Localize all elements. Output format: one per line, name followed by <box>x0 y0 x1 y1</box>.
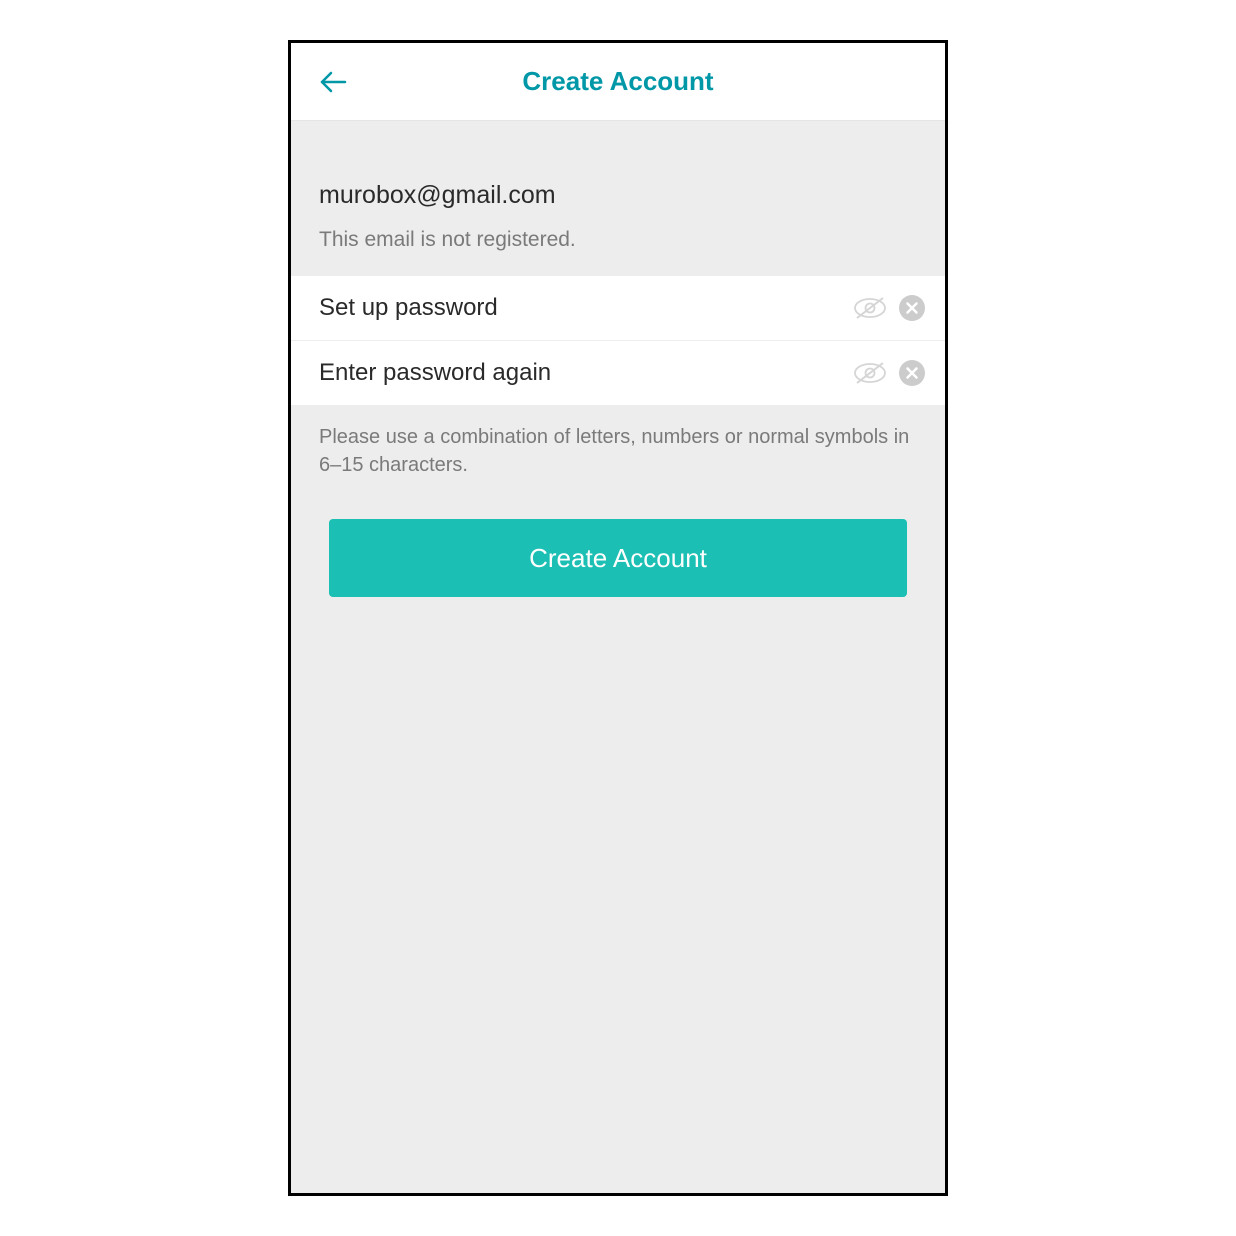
password-input[interactable] <box>319 294 853 322</box>
back-arrow-icon <box>319 70 347 94</box>
eye-off-icon[interactable] <box>853 361 887 385</box>
password-confirm-icons <box>853 360 925 386</box>
password-hint: Please use a combination of letters, num… <box>291 405 945 507</box>
eye-off-icon[interactable] <box>853 296 887 320</box>
email-section: murobox@gmail.com This email is not regi… <box>291 121 945 276</box>
app-screen: Create Account murobox@gmail.com This em… <box>288 40 948 1196</box>
password-input-group <box>291 276 945 405</box>
password-icons <box>853 295 925 321</box>
email-status-message: This email is not registered. <box>319 228 917 252</box>
page-title: Create Account <box>291 66 945 97</box>
email-value: murobox@gmail.com <box>319 181 917 210</box>
password-row <box>291 276 945 341</box>
clear-icon[interactable] <box>899 295 925 321</box>
back-button[interactable] <box>313 62 353 102</box>
submit-section: Create Account <box>291 507 945 609</box>
header: Create Account <box>291 43 945 121</box>
password-confirm-row <box>291 341 945 405</box>
clear-icon[interactable] <box>899 360 925 386</box>
create-account-button[interactable]: Create Account <box>329 519 907 597</box>
password-confirm-input[interactable] <box>319 359 853 387</box>
